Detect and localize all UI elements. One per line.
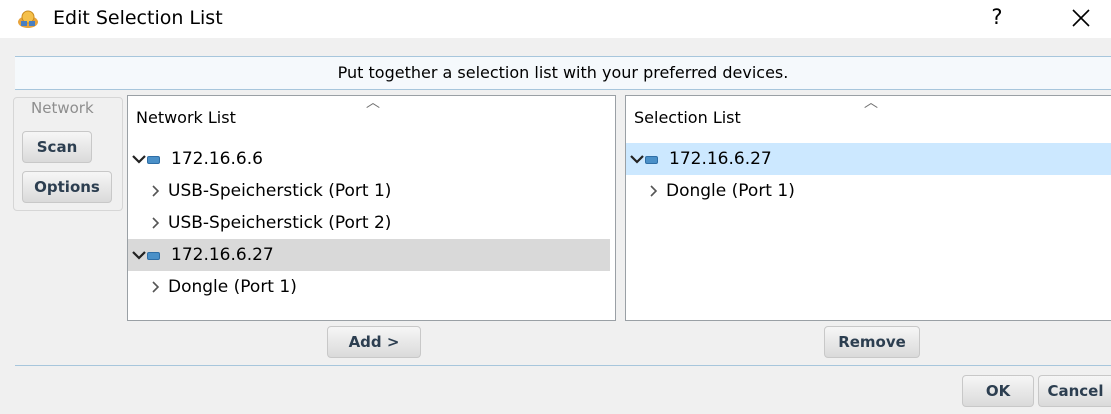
- chevron-right-icon: [650, 185, 658, 197]
- network-group-legend: Network: [29, 99, 96, 117]
- chevron-down-icon: [132, 251, 146, 260]
- network-list-title: Network List: [136, 108, 236, 127]
- window-title: Edit Selection List: [53, 7, 223, 29]
- selection-list-title: Selection List: [634, 108, 741, 127]
- cancel-button[interactable]: Cancel: [1038, 375, 1111, 407]
- app-network-icon: [17, 9, 39, 29]
- close-icon: [1072, 9, 1090, 27]
- scroll-up-icon[interactable]: ︿: [864, 96, 878, 112]
- tree-node-device[interactable]: Dongle (Port 1): [128, 271, 615, 303]
- remove-button[interactable]: Remove: [824, 326, 920, 358]
- scroll-up-icon[interactable]: ︿: [366, 96, 380, 112]
- host-icon: [147, 252, 160, 260]
- chevron-right-icon: [152, 185, 160, 197]
- chevron-right-icon: [152, 217, 160, 229]
- selection-node-device[interactable]: Dongle (Port 1): [626, 175, 1111, 207]
- chevron-down-icon: [132, 155, 146, 164]
- selection-list-panel[interactable]: ︿ Selection List 172.16.6.27 Dongle (Por…: [625, 95, 1111, 321]
- chevron-right-icon: [152, 281, 160, 293]
- help-button[interactable]: ?: [984, 3, 1010, 33]
- ok-button[interactable]: OK: [962, 375, 1034, 407]
- tree-node-label: 172.16.6.6: [171, 149, 263, 169]
- selection-node-label: 172.16.6.27: [669, 149, 772, 169]
- selection-node-host-selected[interactable]: 172.16.6.27: [626, 143, 1111, 175]
- chevron-down-icon: [630, 155, 644, 164]
- tree-node-device[interactable]: USB-Speicherstick (Port 2): [128, 207, 615, 239]
- host-icon: [147, 156, 160, 164]
- selection-node-label: Dongle (Port 1): [666, 181, 795, 201]
- add-button[interactable]: Add >: [327, 326, 421, 358]
- close-button[interactable]: [1064, 2, 1098, 34]
- tree-node-device[interactable]: USB-Speicherstick (Port 1): [128, 175, 615, 207]
- footer-separator: [15, 365, 1111, 366]
- title-bar: Edit Selection List ?: [0, 0, 1111, 38]
- scan-button[interactable]: Scan: [22, 131, 92, 163]
- instruction-text: Put together a selection list with your …: [15, 57, 1111, 89]
- network-list-panel[interactable]: ︿ Network List 172.16.6.6 USB-Speicherst…: [127, 95, 616, 321]
- tree-node-label: USB-Speicherstick (Port 2): [168, 213, 392, 233]
- instruction-separator: [15, 89, 1111, 90]
- options-button[interactable]: Options: [22, 171, 112, 203]
- tree-node-label: USB-Speicherstick (Port 1): [168, 181, 392, 201]
- tree-node-label: 172.16.6.27: [171, 245, 274, 265]
- host-icon: [645, 156, 658, 164]
- tree-node-host[interactable]: 172.16.6.6: [128, 143, 615, 175]
- tree-node-host-highlighted[interactable]: 172.16.6.27: [128, 239, 610, 271]
- tree-node-label: Dongle (Port 1): [168, 277, 297, 297]
